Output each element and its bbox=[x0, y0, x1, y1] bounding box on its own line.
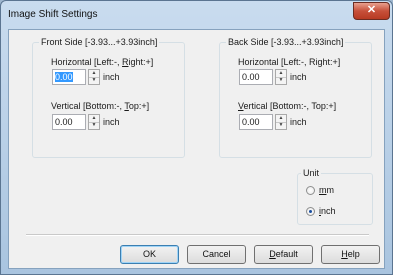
spin-down-icon[interactable]: ▼ bbox=[276, 77, 286, 84]
image-shift-settings-window: Image Shift Settings ✕ Front Side [-3.93… bbox=[0, 0, 393, 275]
button-separator bbox=[26, 234, 369, 236]
front-vertical-input[interactable]: 0.00 bbox=[52, 114, 86, 130]
cancel-button[interactable]: Cancel bbox=[187, 245, 246, 264]
front-vertical-spinner[interactable]: ▲ ▼ bbox=[88, 114, 100, 130]
front-side-label: Front Side [-3.93...+3.93inch] bbox=[39, 37, 160, 47]
back-vertical-unit: inch bbox=[290, 117, 307, 127]
front-horizontal-unit: inch bbox=[103, 72, 120, 82]
help-button[interactable]: Help bbox=[321, 245, 380, 264]
unit-group: Unit mm inch bbox=[297, 168, 373, 225]
default-button[interactable]: Default bbox=[254, 245, 313, 264]
spin-down-icon[interactable]: ▼ bbox=[89, 122, 99, 129]
unit-mm-radio[interactable] bbox=[306, 186, 315, 195]
front-horizontal-spinner[interactable]: ▲ ▼ bbox=[88, 69, 100, 85]
spin-down-icon[interactable]: ▼ bbox=[276, 122, 286, 129]
front-side-group: Front Side [-3.93...+3.93inch] Horizonta… bbox=[32, 37, 185, 158]
ok-button[interactable]: OK bbox=[120, 245, 179, 264]
window-title: Image Shift Settings bbox=[8, 9, 98, 20]
dialog-body: Front Side [-3.93...+3.93inch] Horizonta… bbox=[8, 29, 385, 269]
unit-mm-label[interactable]: mm bbox=[319, 185, 334, 195]
close-icon: ✕ bbox=[366, 4, 377, 16]
back-horizontal-input[interactable]: 0.00 bbox=[239, 69, 273, 85]
title-bar: Image Shift Settings ✕ bbox=[1, 1, 392, 29]
unit-inch-label[interactable]: inch bbox=[319, 206, 336, 216]
unit-label: Unit bbox=[301, 168, 322, 178]
back-side-group: Back Side [-3.93...+3.93inch] Horizontal… bbox=[219, 37, 372, 158]
back-horizontal-unit: inch bbox=[290, 72, 307, 82]
back-side-label: Back Side [-3.93...+3.93inch] bbox=[226, 37, 346, 47]
back-vertical-input[interactable]: 0.00 bbox=[239, 114, 273, 130]
front-horizontal-input[interactable]: 0.00 bbox=[52, 69, 86, 85]
back-horizontal-label: Horizontal [Left:-, Right:+] bbox=[238, 57, 341, 67]
back-vertical-label: Vertical [Bottom:-, Top:+] bbox=[238, 101, 337, 111]
front-vertical-label: Vertical [Bottom:-, Top:+] bbox=[51, 101, 150, 111]
unit-inch-radio[interactable] bbox=[306, 207, 315, 216]
front-horizontal-label: Horizontal [Left:-, Right:+] bbox=[51, 57, 154, 67]
back-vertical-spinner[interactable]: ▲ ▼ bbox=[275, 114, 287, 130]
back-horizontal-spinner[interactable]: ▲ ▼ bbox=[275, 69, 287, 85]
close-button[interactable]: ✕ bbox=[353, 2, 390, 20]
front-vertical-unit: inch bbox=[103, 117, 120, 127]
spin-down-icon[interactable]: ▼ bbox=[89, 77, 99, 84]
